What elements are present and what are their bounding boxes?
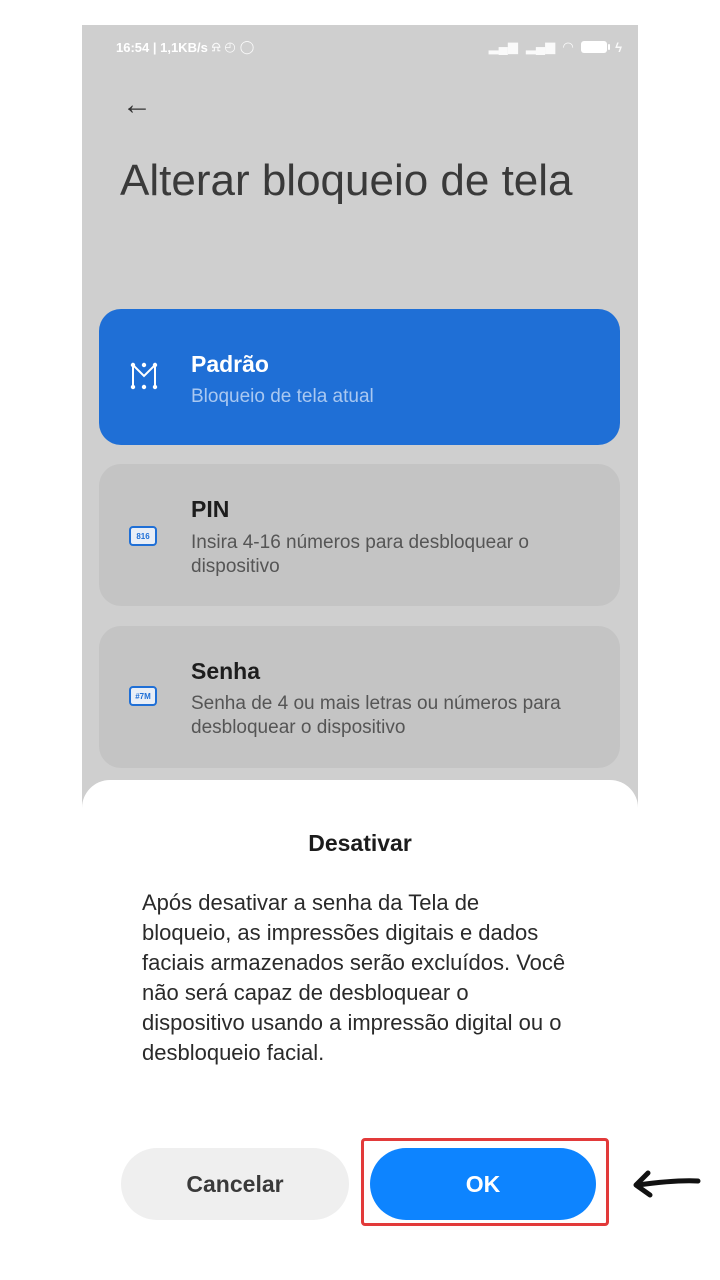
status-left: 16:54 | 1,1KB/s ⍾ ◴ ◯ xyxy=(116,39,489,55)
option-description: Bloqueio de tela atual xyxy=(191,386,374,407)
option-description: Insira 4-16 números para desbloquear o d… xyxy=(191,532,529,577)
wifi-icon: ◠ xyxy=(563,39,574,54)
notification-icon: ⍾ xyxy=(211,39,221,54)
password-icon: #7M xyxy=(129,686,157,706)
charging-icon: ϟ xyxy=(615,39,622,55)
phone-screen: 16:54 | 1,1KB/s ⍾ ◴ ◯ ▂▄▆ ▂▄▆ ◠ ϟ ← Alte… xyxy=(82,25,638,1280)
cancel-button[interactable]: Cancelar xyxy=(121,1148,349,1220)
option-title: PIN xyxy=(191,496,230,522)
whatsapp-icon: ◯ xyxy=(239,39,255,54)
status-time: 16:54 | 1,1KB/s xyxy=(116,39,208,55)
option-password[interactable]: #7M Senha Senha de 4 ou mais letras ou n… xyxy=(99,626,620,768)
dialog-message: Após desativar a senha da Tela de bloque… xyxy=(142,890,566,1065)
signal-2-icon: ▂▄▆ xyxy=(525,39,556,54)
status-bar: 16:54 | 1,1KB/s ⍾ ◴ ◯ ▂▄▆ ▂▄▆ ◠ ϟ xyxy=(82,25,638,69)
option-description: Senha de 4 ou mais letras ou números par… xyxy=(191,693,561,738)
signal-icon: ▂▄▆ xyxy=(488,39,518,54)
battery-icon xyxy=(581,41,611,53)
option-title: Padrão xyxy=(191,351,269,377)
pointer-arrow-icon xyxy=(633,1170,701,1198)
status-right: ▂▄▆ ▂▄▆ ◠ ϟ xyxy=(489,39,622,55)
dialog-title: Desativar xyxy=(308,830,412,856)
pattern-lock-icon xyxy=(127,359,161,393)
option-pin[interactable]: 816 PIN Insira 4-16 números para desbloq… xyxy=(99,464,620,606)
option-pattern[interactable]: Padrão Bloqueio de tela atual xyxy=(99,309,620,445)
pin-icon: 816 xyxy=(129,526,157,546)
confirm-dialog: Desativar Após desativar a senha da Tela… xyxy=(82,780,638,1280)
arrow-left-icon[interactable]: ← xyxy=(122,85,162,125)
page-title: Alterar bloqueio de tela xyxy=(120,156,573,205)
ok-button[interactable]: OK xyxy=(370,1148,596,1220)
alarm-icon: ◴ xyxy=(224,39,236,54)
option-title: Senha xyxy=(191,658,261,684)
